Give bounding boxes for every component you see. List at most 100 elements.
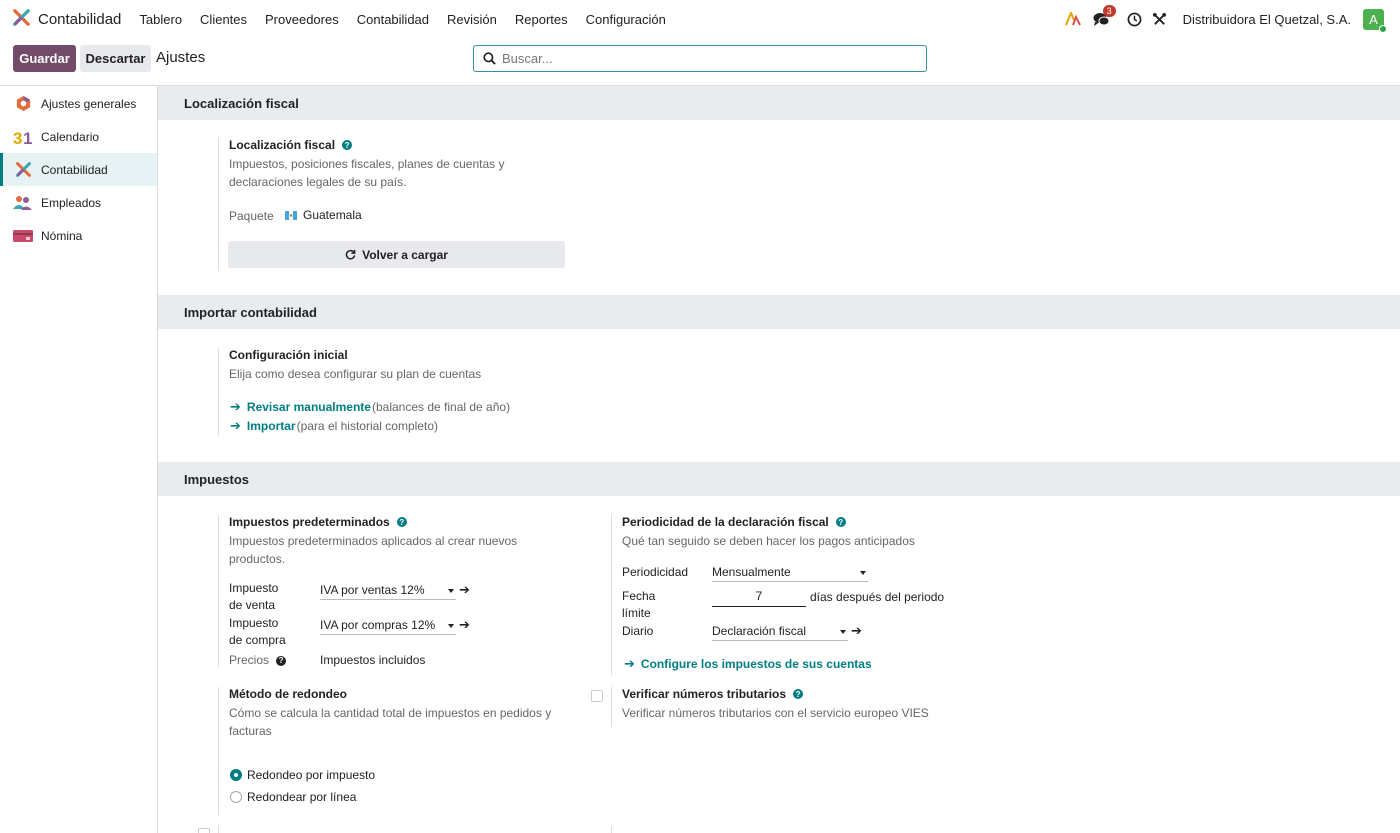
sidebar-item-label: Empleados [41, 195, 102, 210]
setting-description: Impuestos, posiciones fiscales, planes d… [229, 155, 618, 191]
discard-button[interactable]: Descartar [80, 45, 151, 72]
help-icon[interactable]: ? [342, 140, 353, 150]
prices-value[interactable]: Impuestos incluidos [320, 653, 425, 667]
setting-default-taxes: Impuestos predeterminados ? Impuestos pr… [218, 515, 598, 667]
ai-icon[interactable] [1061, 7, 1085, 31]
select-value: IVA por ventas 12% [320, 583, 425, 597]
chevron-down-icon [448, 624, 454, 628]
app-brand[interactable]: Contabilidad [12, 8, 121, 30]
arrow-right-icon[interactable]: ➔ [851, 623, 862, 639]
clock-icon[interactable] [1123, 7, 1147, 31]
deadline-days-input[interactable]: 7 [712, 589, 806, 607]
calendar-icon: 31 [13, 127, 33, 147]
menu-revision[interactable]: Revisión [447, 12, 497, 27]
arrow-right-icon[interactable]: ➔ [459, 582, 470, 598]
settings-sidebar: Ajustes generales 31 Calendario Contabil… [0, 86, 158, 833]
main-menu: Tablero Clientes Proveedores Contabilida… [139, 12, 683, 27]
package-label: Paquete [229, 209, 274, 223]
menu-clientes[interactable]: Clientes [200, 12, 247, 27]
search-bar[interactable] [473, 45, 927, 72]
setting-title-text: Localización fiscal [229, 138, 336, 152]
section-title: Importar contabilidad [184, 304, 317, 320]
setting-description: Verificar números tributarios con el ser… [622, 706, 929, 720]
section-title: Localización fiscal [184, 95, 299, 111]
sidebar-item-label: Nómina [41, 228, 83, 243]
label-line: Fecha [622, 589, 656, 603]
reload-label: Volver a cargar [362, 247, 448, 262]
payroll-icon [13, 226, 33, 246]
svg-text:1: 1 [23, 129, 32, 146]
menu-reportes[interactable]: Reportes [515, 12, 568, 27]
journal-label: Diario [622, 624, 654, 638]
radio-selected-icon [230, 769, 242, 781]
sidebar-item-accounting[interactable]: Contabilidad [0, 153, 157, 186]
menu-proveedores[interactable]: Proveedores [265, 12, 339, 27]
import-link[interactable]: Importar [247, 419, 296, 433]
select-value: Declaración fiscal [712, 624, 807, 638]
description-line: Impuestos, posiciones fiscales, planes d… [229, 157, 505, 171]
description-line: declaraciones legales de su país. [229, 175, 407, 189]
sidebar-item-calendar[interactable]: 31 Calendario [0, 120, 157, 153]
setting-title: Verificar números tributarios ? [622, 687, 1011, 701]
arrow-right-icon[interactable]: ➔ [459, 617, 470, 633]
sidebar-item-employees[interactable]: Empleados [0, 186, 157, 219]
purchase-tax-select[interactable]: IVA por compras 12% [320, 618, 456, 635]
configure-taxes-line: ➔ Configure los impuestos de sus cuentas [624, 656, 872, 672]
sidebar-item-payroll[interactable]: Nómina [0, 219, 157, 252]
setting-description: Impuestos predeterminados aplicados al c… [229, 532, 598, 568]
manual-review-link[interactable]: Revisar manualmente [247, 400, 371, 414]
sale-tax-select[interactable]: IVA por ventas 12% [320, 583, 456, 600]
user-avatar[interactable]: A [1363, 8, 1387, 33]
page-title: Ajustes [156, 49, 206, 66]
menu-tablero[interactable]: Tablero [139, 12, 182, 27]
deadline-suffix: días después del periodo [810, 590, 945, 604]
prices-label: Precios ? [229, 652, 287, 669]
help-icon[interactable]: ? [835, 517, 846, 527]
navbar-systray: 3 Distribuidora El Quetzal, S.A. A [1061, 0, 1400, 38]
vat-verification-checkbox[interactable] [591, 690, 603, 702]
setting-title: Localización fiscal ? [229, 138, 618, 152]
periodicity-select[interactable]: Mensualmente [712, 565, 868, 582]
radio-label: Redondeo por impuesto [247, 768, 376, 782]
employees-icon [13, 193, 33, 213]
help-icon[interactable]: ? [276, 655, 287, 666]
rounding-per-tax-radio[interactable]: Redondeo por impuesto [230, 768, 375, 782]
debug-tools-icon[interactable] [1148, 7, 1172, 31]
arrow-right-icon: ➔ [624, 656, 635, 671]
menu-configuracion[interactable]: Configuración [586, 12, 666, 27]
periodicity-label: Periodicidad [622, 565, 689, 579]
menu-contabilidad[interactable]: Contabilidad [357, 12, 429, 27]
manual-review-line: ➔ Revisar manualmente (balances de final… [230, 399, 510, 415]
description-line: Impuestos predeterminados aplicados al c… [229, 534, 518, 548]
sidebar-item-label: Contabilidad [41, 162, 108, 177]
next-setting-checkbox[interactable] [198, 828, 210, 833]
setting-title: Impuestos predeterminados ? [229, 515, 598, 529]
rounding-per-line-radio[interactable]: Redondear por línea [230, 790, 356, 804]
chat-badge: 3 [1102, 5, 1116, 17]
search-input[interactable] [502, 51, 902, 66]
configure-taxes-link[interactable]: Configure los impuestos de sus cuentas [641, 657, 872, 671]
save-button[interactable]: Guardar [13, 45, 76, 72]
journal-select[interactable]: Declaración fiscal [712, 624, 848, 641]
help-icon[interactable]: ? [396, 517, 407, 527]
label-line: de compra [229, 633, 286, 647]
setting-tax-periodicity: Periodicidad de la declaración fiscal ? … [611, 515, 991, 675]
select-value: Mensualmente [712, 565, 791, 579]
setting-rounding-method: Método de redondeo Cómo se calcula la ca… [218, 687, 598, 815]
accounting-icon [13, 160, 33, 180]
svg-text:3: 3 [13, 129, 22, 146]
sidebar-item-label: Ajustes generales [41, 96, 137, 111]
label-line: de venta [229, 598, 276, 612]
chat-icon[interactable]: 3 [1090, 5, 1116, 31]
sidebar-item-general-settings[interactable]: Ajustes generales [0, 87, 157, 120]
setting-description: Elija como desea configurar su plan de c… [229, 367, 482, 381]
label-line: Impuesto [229, 616, 279, 630]
help-icon[interactable]: ? [793, 689, 804, 699]
prices-label-text: Precios [229, 653, 270, 667]
reload-button[interactable]: Volver a cargar [228, 241, 565, 268]
company-switcher[interactable]: Distribuidora El Quetzal, S.A. [1183, 12, 1351, 27]
app-name: Contabilidad [38, 10, 122, 28]
guatemala-flag-icon [285, 210, 297, 220]
purchase-tax-label: Impuesto de compra [229, 615, 286, 649]
radio-unselected-icon [230, 791, 242, 803]
